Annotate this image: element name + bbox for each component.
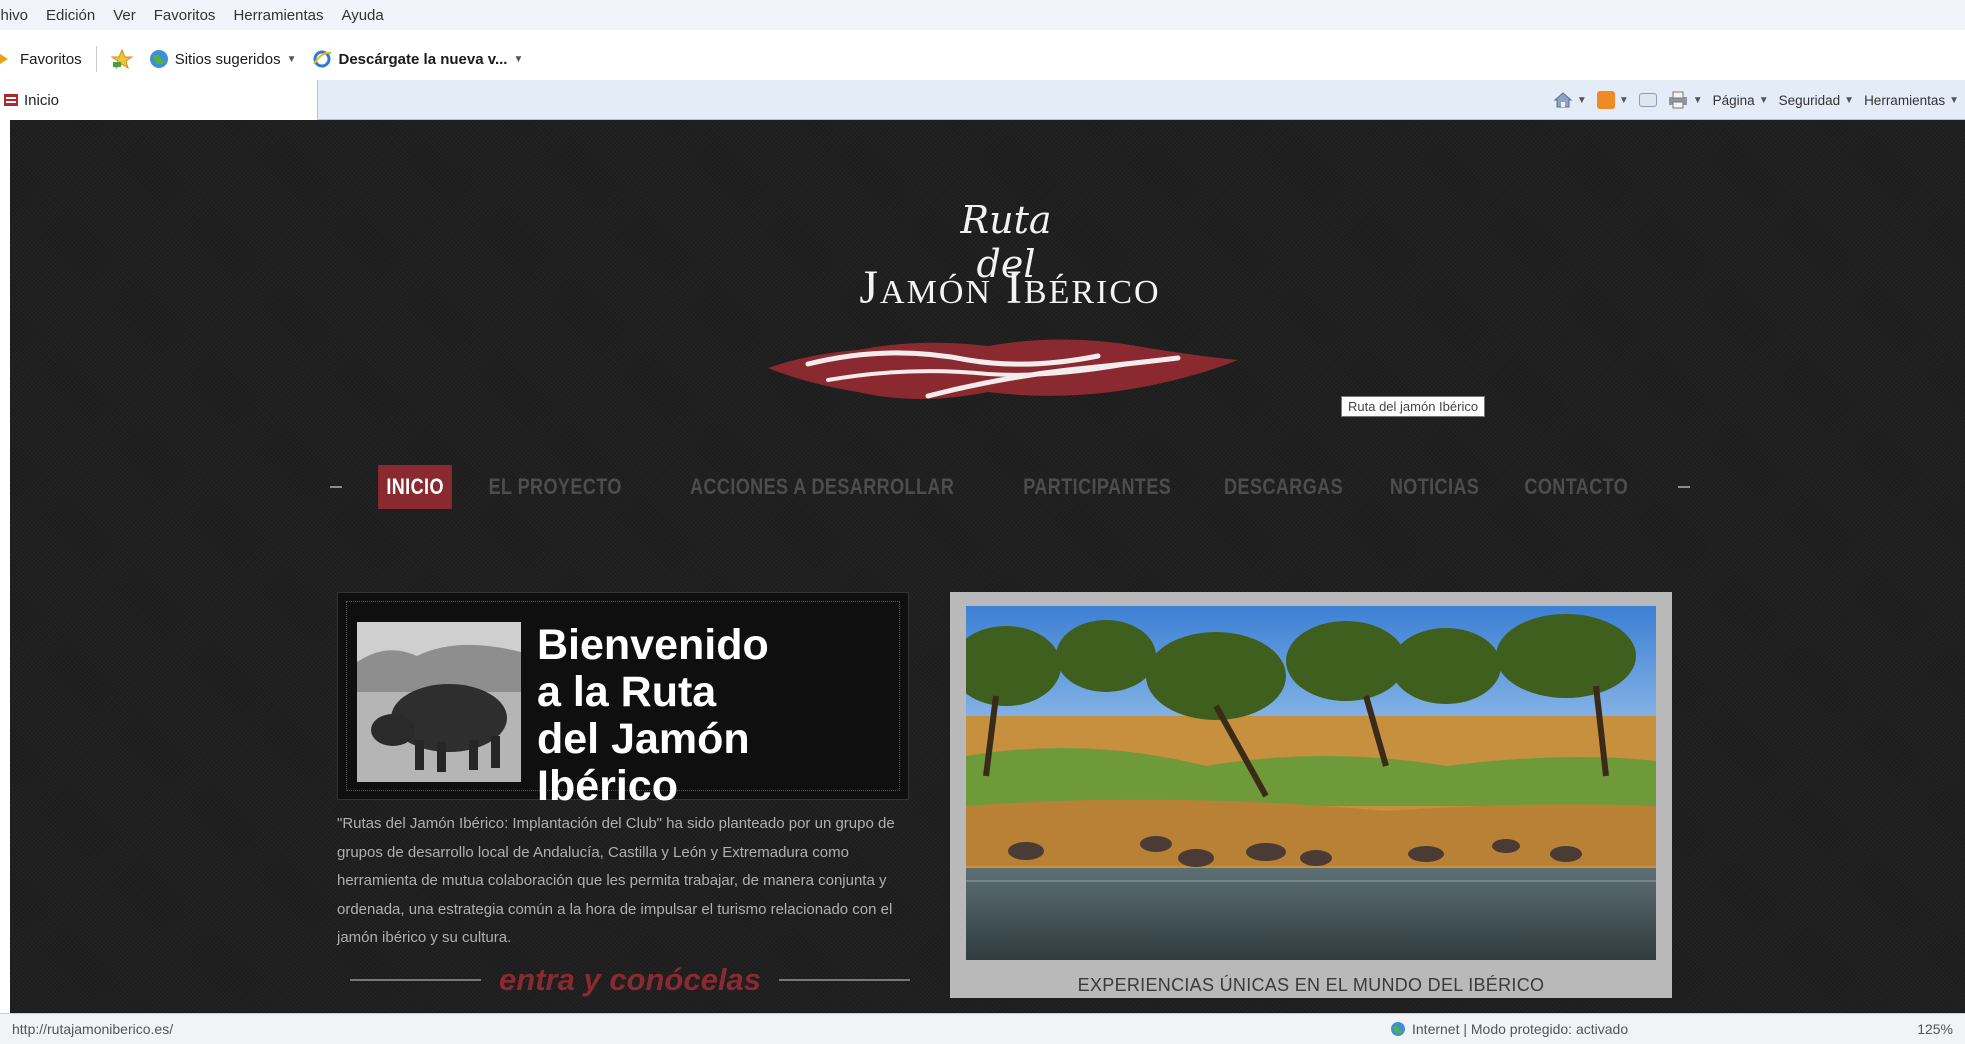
internet-zone-icon <box>1391 1022 1405 1036</box>
welcome-title: Bienvenido a la Ruta del Jamón Ibérico <box>537 621 769 810</box>
menu-favoritos[interactable]: Favoritos <box>154 7 216 24</box>
nav-item-contacto[interactable]: CONTACTO <box>1517 465 1637 509</box>
chevron-down-icon: ▼ <box>286 53 297 65</box>
menu-archivo[interactable]: Archivo <box>0 7 28 24</box>
home-button[interactable]: ▼ <box>1553 90 1587 110</box>
tab-row: Inicio ▼ ▼ ▼ Página ▼ Seguridad ▼ Herram… <box>0 80 1965 120</box>
favorites-button[interactable]: Favoritos <box>0 44 90 74</box>
add-to-favorites-button[interactable] <box>103 44 141 74</box>
logo-tooltip: Ruta del jamón Ibérico <box>1341 396 1486 417</box>
print-icon <box>1668 91 1687 109</box>
menu-ver[interactable]: Ver <box>113 7 136 24</box>
tools-menu[interactable]: Herramientas ▼ <box>1864 93 1959 108</box>
menu-ayuda[interactable]: Ayuda <box>341 7 383 24</box>
page-menu[interactable]: Página ▼ <box>1713 93 1769 108</box>
suggested-sites-label: Sitios sugeridos <box>174 50 281 68</box>
read-mail-icon <box>1638 93 1657 107</box>
zoom-level[interactable]: 125% <box>1917 1021 1953 1037</box>
main-navigation: INICIO EL PROYECTO ACCIONES A DESARROLLA… <box>330 460 1690 514</box>
nav-item-participantes[interactable]: PARTICIPANTES <box>1015 465 1179 509</box>
tab-title: Inicio <box>24 91 60 109</box>
internet-explorer-icon <box>313 50 332 68</box>
cta-banner: entra y conócelas <box>350 960 910 1000</box>
menu-herramientas[interactable]: Herramientas <box>233 7 323 24</box>
home-icon <box>1553 92 1573 108</box>
feeds-button[interactable]: ▼ <box>1596 91 1629 109</box>
chevron-down-icon: ▼ <box>513 53 524 65</box>
experience-photo-panel[interactable]: EXPERIENCIAS ÚNICAS EN EL MUNDO DEL IBÉR… <box>950 592 1672 998</box>
menu-edicion[interactable]: Edición <box>46 7 95 24</box>
download-ie-link[interactable]: Descárgate la nueva v... ▼ <box>304 44 531 74</box>
favorites-separator <box>95 46 97 72</box>
favorites-label: Favoritos <box>20 50 82 68</box>
page-viewport: Ruta del Jamón Ibérico Ruta del jamón Ib… <box>10 120 1965 1013</box>
chevron-down-icon: ▼ <box>1758 94 1769 106</box>
security-zone[interactable]: Internet | Modo protegido: activado <box>1390 1021 1628 1037</box>
dehesa-landscape-photo <box>966 606 1656 960</box>
browser-menubar: Archivo Edición Ver Favoritos Herramient… <box>0 0 1965 30</box>
favorites-bar: Favoritos Sitios sugeridos ▼ Descárgate … <box>0 38 1965 80</box>
globe-icon <box>149 50 168 68</box>
suggested-sites-button[interactable]: Sitios sugeridos ▼ <box>141 44 305 74</box>
download-ie-label: Descárgate la nueva v... <box>338 50 508 68</box>
intro-paragraph: "Rutas del Jamón Ibérico: Implantación d… <box>337 815 895 946</box>
nav-item-noticias[interactable]: NOTICIAS <box>1382 465 1488 509</box>
photo-caption: EXPERIENCIAS ÚNICAS EN EL MUNDO DEL IBÉR… <box>1077 975 1545 995</box>
nav-item-descargas[interactable]: DESCARGAS <box>1216 465 1351 509</box>
cta-rule-right <box>778 979 910 981</box>
command-bar: ▼ ▼ ▼ Página ▼ Seguridad ▼ Herramientas <box>1553 86 1959 114</box>
welcome-panel: Bienvenido a la Ruta del Jamón Ibérico <box>337 592 909 810</box>
tab-inicio[interactable]: Inicio <box>0 80 318 120</box>
security-menu[interactable]: Seguridad ▼ <box>1779 93 1854 108</box>
status-url: http://rutajamoniberico.es/ <box>12 1021 174 1037</box>
nav-divider-right <box>1678 486 1690 488</box>
chevron-down-icon: ▼ <box>1576 94 1587 106</box>
nav-item-inicio[interactable]: INICIO <box>378 465 453 509</box>
chevron-down-icon: ▼ <box>1949 94 1959 106</box>
cta-rule-left <box>350 979 482 981</box>
read-mail-button[interactable] <box>1638 93 1657 107</box>
chevron-down-icon: ▼ <box>1844 94 1855 106</box>
iberian-pig-photo <box>357 622 521 782</box>
favorites-star-icon <box>0 54 8 64</box>
status-right: 125% <box>1917 1021 1953 1037</box>
print-button[interactable]: ▼ <box>1667 90 1703 110</box>
security-menu-label: Seguridad <box>1778 92 1841 108</box>
rss-feed-icon <box>1596 91 1615 109</box>
nav-items: INICIO EL PROYECTO ACCIONES A DESARROLLA… <box>370 465 1650 509</box>
chevron-down-icon: ▼ <box>1618 94 1629 106</box>
welcome-panel-inner: Bienvenido a la Ruta del Jamón Ibérico <box>346 601 900 810</box>
ham-slice-logo-icon[interactable] <box>768 330 1238 406</box>
chevron-down-icon: ▼ <box>1692 94 1703 106</box>
logo-main-text[interactable]: Jamón Ibérico <box>800 260 1220 315</box>
cta-link[interactable]: entra y conócelas <box>481 962 779 998</box>
nav-divider-left <box>330 486 342 488</box>
nav-item-el-proyecto[interactable]: EL PROYECTO <box>481 465 631 509</box>
nav-item-acciones[interactable]: ACCIONES A DESARROLLAR <box>681 465 962 509</box>
zone-text: Internet | Modo protegido: activado <box>1412 1021 1629 1037</box>
add-favorite-icon <box>110 49 133 69</box>
page-menu-label: Página <box>1712 92 1755 108</box>
tools-menu-label: Herramientas <box>1864 92 1946 108</box>
pig-image-icon <box>357 622 521 782</box>
site-favicon-icon <box>4 94 18 106</box>
browser-statusbar: http://rutajamoniberico.es/ Internet | M… <box>0 1013 1965 1044</box>
